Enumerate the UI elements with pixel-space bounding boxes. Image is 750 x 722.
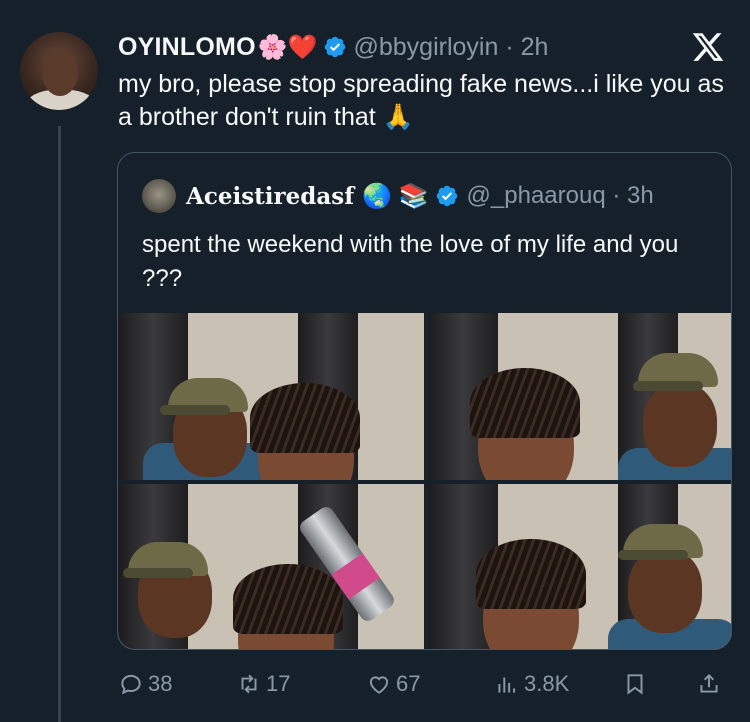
- like-icon: [369, 676, 389, 694]
- views-count: 3.8K: [524, 671, 570, 696]
- display-name[interactable]: OYINLOMO: [118, 33, 256, 62]
- retweet-count: 17: [266, 671, 291, 696]
- reply-icon: [121, 674, 141, 695]
- share-icon: [700, 673, 718, 693]
- like-count: 67: [396, 671, 421, 696]
- views-button[interactable]: 3.8K: [494, 671, 622, 697]
- bookmark-button[interactable]: [622, 671, 696, 697]
- share-button[interactable]: [696, 671, 726, 697]
- avatar[interactable]: [20, 32, 98, 110]
- retweet-button[interactable]: 17: [236, 671, 366, 697]
- like-button[interactable]: 67: [366, 671, 494, 697]
- media-grid: [118, 313, 731, 649]
- media-photo[interactable]: [118, 313, 424, 480]
- quoted-tweet[interactable]: Aceistiredasf 🌏 📚 @_phaarouq · 3h spent …: [117, 152, 732, 650]
- quoted-display-name: Aceistiredasf: [186, 182, 355, 210]
- thread-line: [58, 126, 61, 722]
- verified-badge-icon: [436, 185, 457, 207]
- quoted-avatar: [142, 179, 176, 213]
- reply-button[interactable]: 38: [118, 671, 236, 697]
- media-photo[interactable]: [427, 484, 731, 649]
- views-icon: [498, 677, 516, 693]
- bookmark-icon: [627, 674, 643, 695]
- quoted-tweet-text: spent the weekend with the love of my li…: [142, 231, 679, 292]
- media-photo[interactable]: [118, 484, 424, 649]
- quoted-name-emoji: 🌏 📚: [362, 182, 429, 210]
- handle-and-time[interactable]: @bbygirloyin · 2h: [353, 33, 548, 62]
- verified-badge-icon: [325, 36, 346, 58]
- tweet-text: my bro, please stop spreading fake news.…: [118, 70, 724, 131]
- name-emoji: 🌸❤️: [257, 33, 318, 61]
- x-logo-icon[interactable]: [690, 30, 726, 64]
- media-photo[interactable]: [427, 313, 731, 480]
- action-bar: 38 17 67 3.8K: [118, 664, 730, 704]
- quoted-tweet-header: Aceistiredasf 🌏 📚 @_phaarouq · 3h: [142, 179, 654, 213]
- quoted-handle-and-time: @_phaarouq · 3h: [466, 182, 654, 209]
- retweet-icon: [241, 674, 257, 694]
- reply-count: 38: [148, 671, 173, 696]
- tweet-header: OYINLOMO 🌸❤️ @bbygirloyin · 2h: [118, 32, 548, 62]
